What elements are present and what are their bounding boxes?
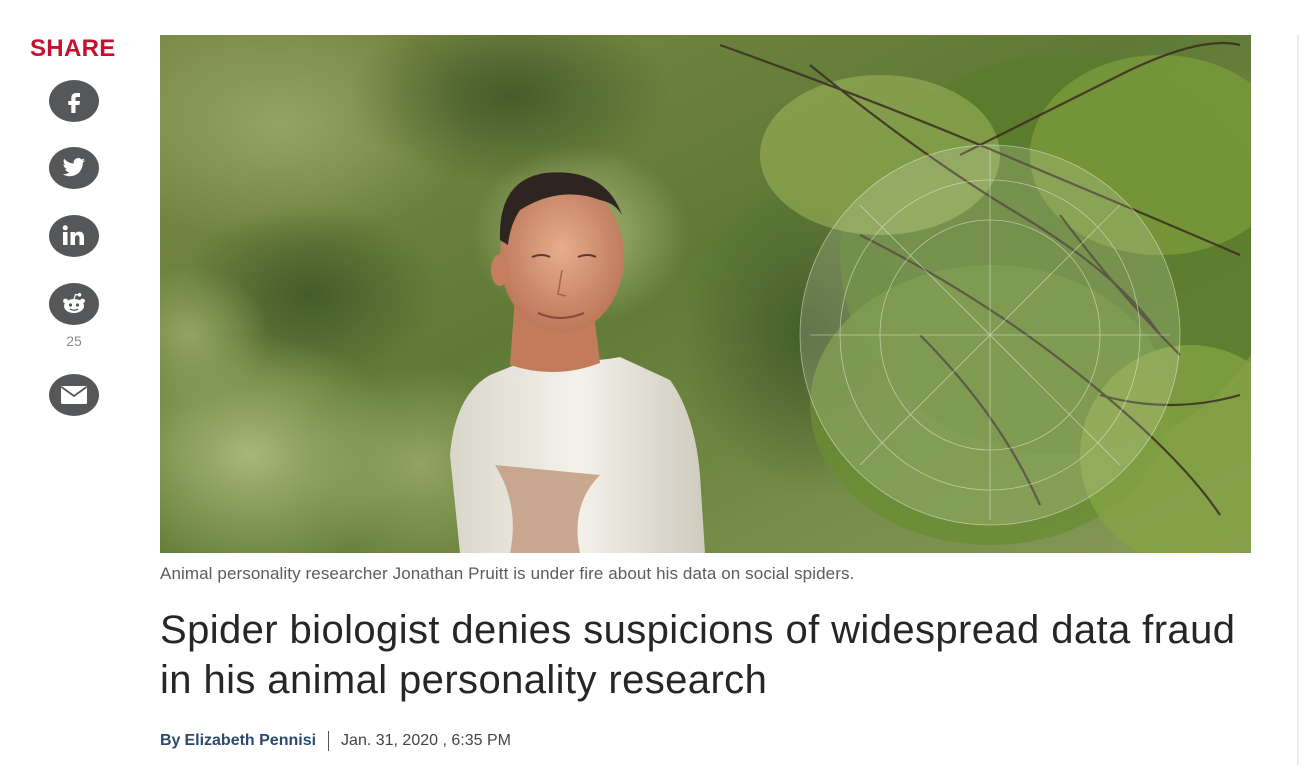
twitter-share-button[interactable] bbox=[49, 147, 99, 189]
facebook-share-button[interactable] bbox=[49, 80, 99, 122]
byline-prefix: By bbox=[160, 732, 181, 749]
byline: By Elizabeth Pennisi Jan. 31, 2020 , 6:3… bbox=[160, 730, 511, 752]
linkedin-share-button[interactable] bbox=[49, 215, 99, 257]
email-icon bbox=[60, 385, 88, 405]
facebook-icon bbox=[64, 89, 84, 113]
byline-separator bbox=[328, 731, 330, 751]
linkedin-icon bbox=[61, 224, 87, 248]
email-share-button[interactable] bbox=[49, 374, 99, 416]
twitter-icon bbox=[61, 157, 87, 179]
share-label: SHARE bbox=[30, 35, 116, 62]
hero-photo bbox=[160, 35, 1251, 553]
author-link[interactable]: Elizabeth Pennisi bbox=[184, 732, 316, 750]
right-divider bbox=[1297, 35, 1299, 765]
share-rail: SHARE 25 bbox=[0, 0, 148, 765]
reddit-share-count: 25 bbox=[66, 333, 82, 349]
reddit-share-button[interactable] bbox=[49, 283, 99, 325]
publish-date: Jan. 31, 2020 , 6:35 PM bbox=[341, 732, 511, 749]
reddit-icon bbox=[60, 292, 88, 316]
image-caption: Animal personality researcher Jonathan P… bbox=[160, 564, 855, 583]
article-headline: Spider biologist denies suspicions of wi… bbox=[160, 608, 1236, 702]
